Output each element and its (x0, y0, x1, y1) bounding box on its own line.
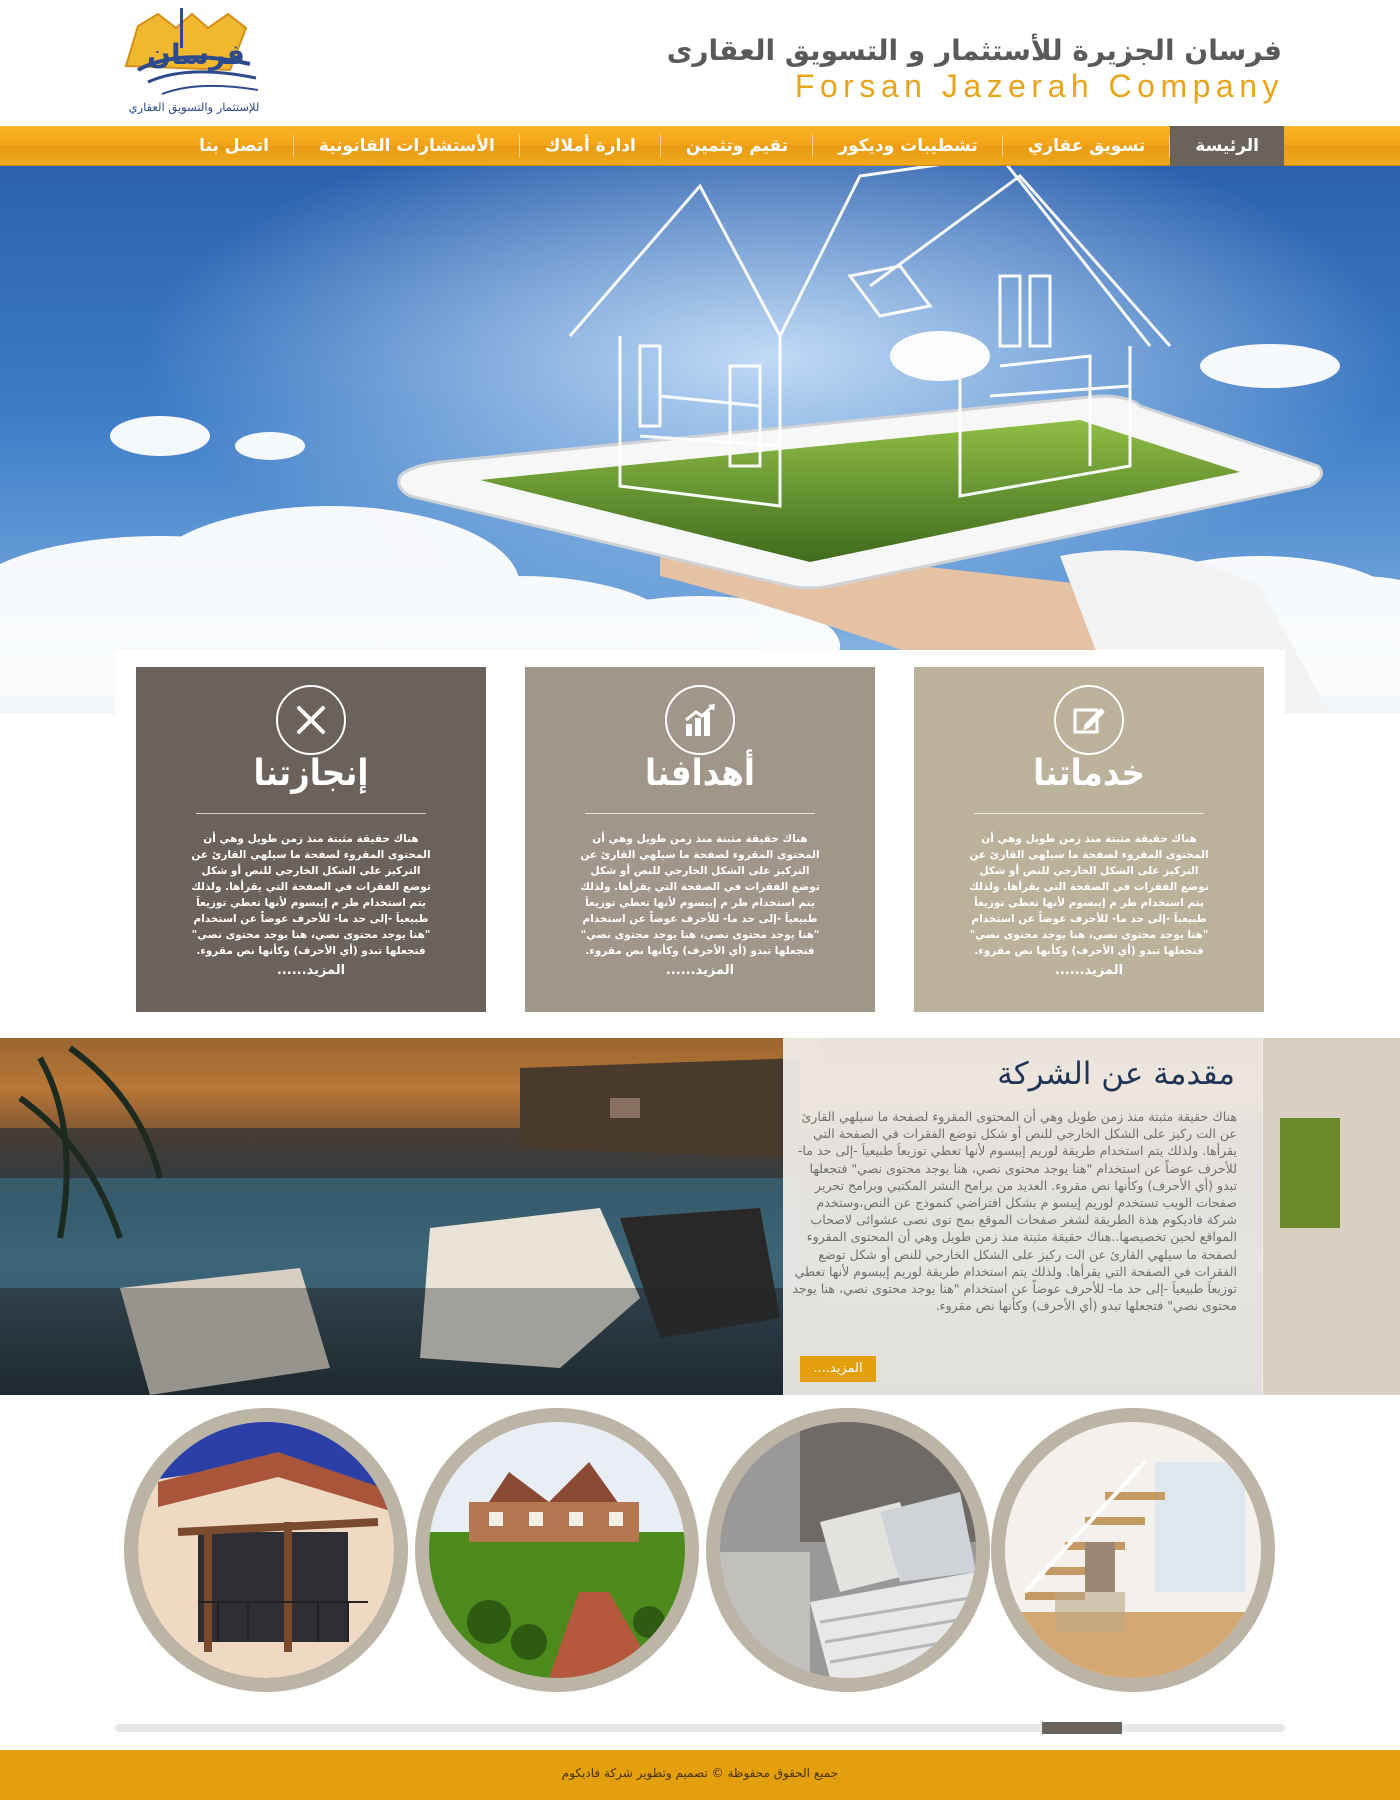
nav-item-5[interactable]: الأستشارات القانونية (294, 126, 520, 166)
card-more-link[interactable]: المزيد...... (525, 963, 875, 978)
logo-caption: للإستثمار والتسويق العقاري (128, 100, 260, 114)
card-text: هناك حقيقة مثبتة منذ زمن طويل وهي أن الم… (969, 833, 1209, 957)
main-navigation: الرئيسة تسويق عقاري تشطيبات وديكور تقيم وتث… (0, 125, 1400, 166)
about-title: مقدمة عن الشركة (997, 1056, 1235, 1092)
about-text: هناك حقيقة مثبتة منذ زمن طويل وهي أن الم… (792, 1109, 1237, 1314)
footer-copyright: جميع الحقوق محفوظة © تصميم وتطوير شركة ف… (561, 1766, 839, 1780)
pencil-ruler-icon (276, 685, 346, 755)
gallery-item-bedroom[interactable] (706, 1408, 990, 1692)
wooden-staircase-interior-photo (1005, 1422, 1261, 1678)
edit-pencil-icon (1054, 685, 1124, 755)
nav-item-1[interactable]: تسويق عقاري (1003, 126, 1171, 166)
card-text: هناك حقيقة مثبتة منذ زمن طويل وهي أن الم… (191, 833, 431, 957)
card-divider (585, 813, 815, 814)
company-name-arabic: فرسان الجزيرة للأستثمار و التسويق العقار… (666, 34, 1282, 67)
bedroom-pillows-photo (720, 1422, 976, 1678)
hero-banner (0, 166, 1400, 714)
card-divider (196, 813, 426, 814)
company-name-english: Forsan Jazerah Company (794, 68, 1284, 104)
nav-list: الرئيسة تسويق عقاري تشطيبات وديكور تقيم وتث… (174, 126, 1284, 166)
feature-card-services: خدماتنا هناك حقيقة مثبتة منذ زمن طويل وه… (914, 667, 1264, 1012)
nav-item-6[interactable]: اتصل بنا (174, 126, 294, 166)
gallery-item-manor[interactable] (415, 1408, 699, 1692)
nav-item-0[interactable]: الرئيسة (1170, 126, 1284, 166)
feature-card-goals: أهدافنا هناك حقيقة مثبتة منذ زمن طويل وه… (525, 667, 875, 1012)
nav-item-4[interactable]: ادارة أملاك (520, 126, 661, 166)
card-title: أهدافنا (645, 753, 756, 794)
about-more-button[interactable]: المزيد.... (800, 1356, 876, 1382)
hero-illustration (0, 166, 1400, 714)
gallery-item-villa[interactable] (124, 1408, 408, 1692)
card-title: خدماتنا (1033, 753, 1146, 794)
card-divider (974, 813, 1204, 814)
nav-item-2[interactable]: تشطيبات وديكور (813, 126, 1003, 166)
card-more-link[interactable]: المزيد...... (914, 963, 1264, 978)
card-title: إنجازتنا (253, 753, 370, 794)
gallery-item-staircase[interactable] (991, 1408, 1275, 1692)
english-manor-garden-photo (429, 1422, 685, 1678)
card-text: هناك حقيقة مثبتة منذ زمن طويل وهي أن الم… (580, 833, 820, 957)
villa-balcony-photo (138, 1422, 394, 1678)
card-more-link[interactable]: المزيد...... (136, 963, 486, 978)
nav-item-3[interactable]: تقيم وتثمين (661, 126, 814, 166)
growth-chart-icon (665, 685, 735, 755)
feature-card-achievements: إنجازتنا هناك حقيقة مثبتة منذ زمن طويل و… (136, 667, 486, 1012)
gallery-scroll-thumb[interactable] (1041, 1722, 1122, 1734)
svg-text:فرسان: فرسان (147, 38, 245, 71)
